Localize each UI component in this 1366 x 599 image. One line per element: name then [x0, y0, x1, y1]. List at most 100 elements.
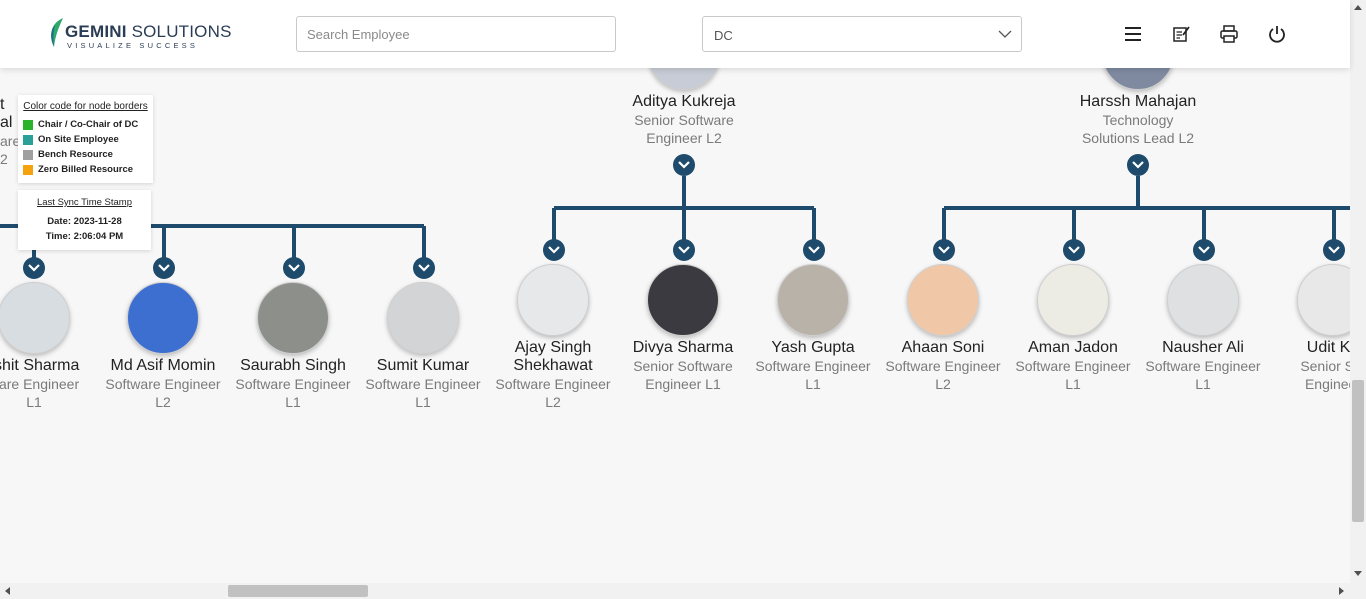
employee-level: L1: [805, 376, 821, 392]
chevron-down-icon: [938, 246, 950, 254]
scroll-left-arrow-icon[interactable]: [5, 587, 10, 595]
employee-node[interactable]: Nausher Ali Software Engineer L1: [1138, 264, 1268, 393]
employee-level: L1: [1195, 376, 1211, 392]
scroll-right-arrow-icon[interactable]: [1339, 587, 1344, 595]
legend-item: Bench Resource: [23, 147, 148, 162]
employee-node[interactable]: Harssh Mahajan Technology Solutions Lead…: [1073, 68, 1203, 147]
sync-time: Time: 2:06:04 PM: [45, 231, 124, 242]
dc-select[interactable]: DC: [702, 16, 1022, 52]
vertical-scroll-thumb[interactable]: [1352, 380, 1364, 522]
employee-name: Saurabh Singh: [240, 357, 346, 374]
avatar: [777, 264, 849, 336]
expand-toggle[interactable]: [543, 239, 565, 261]
expand-toggle[interactable]: [1063, 239, 1085, 261]
scroll-up-arrow-icon[interactable]: [1354, 5, 1362, 10]
leaf-logo-icon: [51, 18, 63, 47]
logo-tagline: VISUALIZE SUCCESS: [67, 41, 199, 50]
chevron-down-icon: [1132, 161, 1144, 169]
sync-date: Date: 2023-11-28: [47, 216, 122, 227]
employee-level: L1: [1065, 376, 1081, 392]
expand-toggle[interactable]: [673, 154, 695, 176]
employee-designation: Software Engineer: [235, 376, 351, 392]
expand-toggle[interactable]: [1193, 239, 1215, 261]
gemini-logo[interactable]: GEMINI SOLUTIONS VISUALIZE SUCCESS: [46, 17, 231, 51]
chevron-down-icon: [678, 161, 690, 169]
employee-designation: Software Engineer: [105, 376, 221, 392]
employee-level: Engineer L1: [645, 376, 721, 392]
horizontal-scroll-thumb[interactable]: [228, 585, 368, 597]
legend-item: On Site Employee: [23, 132, 148, 147]
expand-toggle[interactable]: [153, 257, 175, 279]
chevron-down-icon: [808, 246, 820, 254]
expand-toggle[interactable]: [23, 257, 45, 279]
employee-node[interactable]: Udit Ka Senior Sof Engineer: [1268, 264, 1350, 393]
employee-name: Divya Sharma: [632, 339, 734, 356]
employee-designation: Software Engineer: [365, 376, 481, 392]
expand-toggle[interactable]: [803, 239, 825, 261]
employee-node[interactable]: Ahaan Soni Software Engineer L2: [878, 264, 1008, 393]
expand-toggle[interactable]: [1323, 239, 1345, 261]
scroll-down-arrow-icon[interactable]: [1354, 571, 1362, 576]
chevron-down-icon: [1198, 246, 1210, 254]
employee-node[interactable]: Ajay Singh Shekhawat Software Engineer L…: [488, 264, 618, 411]
employee-level: L2: [545, 394, 561, 410]
power-icon[interactable]: [1267, 24, 1287, 44]
employee-designation: Software Engineer: [755, 358, 871, 374]
horizontal-scrollbar[interactable]: [0, 583, 1350, 599]
chevron-down-icon: [998, 30, 1012, 38]
expand-toggle[interactable]: [673, 239, 695, 261]
dc-select-value: DC: [714, 28, 733, 43]
chevron-down-icon: [288, 264, 300, 272]
notes-icon[interactable]: [1171, 24, 1191, 44]
employee-designation: Software Engineer: [1015, 358, 1131, 374]
employee-node[interactable]: Aman Jadon Software Engineer L1: [1008, 264, 1138, 393]
vertical-scrollbar[interactable]: [1350, 0, 1366, 583]
employee-level: Solutions Lead L2: [1081, 130, 1195, 146]
chevron-down-icon: [1068, 246, 1080, 254]
employee-node[interactable]: Aditya Kukreja Senior Software Engineer …: [619, 68, 749, 147]
avatar: [648, 68, 720, 90]
avatar: [387, 282, 459, 354]
chevron-down-icon: [28, 264, 40, 272]
legend-item: Zero Billed Resource: [23, 162, 148, 177]
avatar: [647, 264, 719, 336]
expand-toggle[interactable]: [413, 257, 435, 279]
employee-node[interactable]: Saurabh Singh Software Engineer L1: [228, 282, 358, 411]
employee-name: Nausher Ali: [1162, 339, 1244, 356]
employee-name: Ahaan Soni: [901, 339, 985, 356]
employee-designation: Senior Software: [634, 112, 734, 128]
scrollbar-corner: [1350, 583, 1366, 599]
expand-toggle[interactable]: [933, 239, 955, 261]
employee-name: Md Asif Momin: [110, 357, 216, 374]
employee-node[interactable]: Md Asif Momin Software Engineer L2: [98, 282, 228, 411]
menu-icon[interactable]: [1123, 24, 1143, 44]
employee-node[interactable]: Sumit Kumar Software Engineer L1: [358, 282, 488, 411]
expand-toggle[interactable]: [283, 257, 305, 279]
legend-item: Chair / Co-Chair of DC: [23, 117, 148, 132]
employee-designation: Technology: [1102, 112, 1174, 128]
employee-name: rshit Sharma: [0, 357, 80, 374]
chevron-down-icon: [158, 264, 170, 272]
employee-designation: Software Engineer: [1145, 358, 1261, 374]
avatar: [1297, 264, 1350, 336]
employee-name: Udit Ka: [1306, 339, 1350, 356]
avatar: [257, 282, 329, 354]
avatar: [127, 282, 199, 354]
employee-level: Engineer: [1304, 376, 1350, 392]
partial-node-name: t al: [0, 96, 13, 131]
employee-node[interactable]: Yash Gupta Software Engineer L1: [748, 264, 878, 393]
search-employee-input[interactable]: [296, 16, 616, 52]
sync-timestamp-card: Last Sync Time Stamp Date: 2023-11-28 Ti…: [18, 190, 151, 250]
legend-swatch: [23, 119, 33, 130]
employee-designation: Senior Sof: [1300, 358, 1350, 374]
employee-designation: Software Engineer: [885, 358, 1001, 374]
avatar: [1037, 264, 1109, 336]
employee-node[interactable]: Divya Sharma Senior Software Engineer L1: [618, 264, 748, 393]
employee-level: L2: [935, 376, 951, 392]
employee-node[interactable]: rshit Sharma ware Engineer L1: [0, 282, 99, 411]
expand-toggle[interactable]: [1127, 154, 1149, 176]
print-icon[interactable]: [1219, 24, 1239, 44]
org-chart[interactable]: t al are 2 Aditya Kukreja Senior Software …: [0, 68, 1350, 583]
legend-swatch: [23, 149, 33, 160]
chevron-down-icon: [418, 264, 430, 272]
